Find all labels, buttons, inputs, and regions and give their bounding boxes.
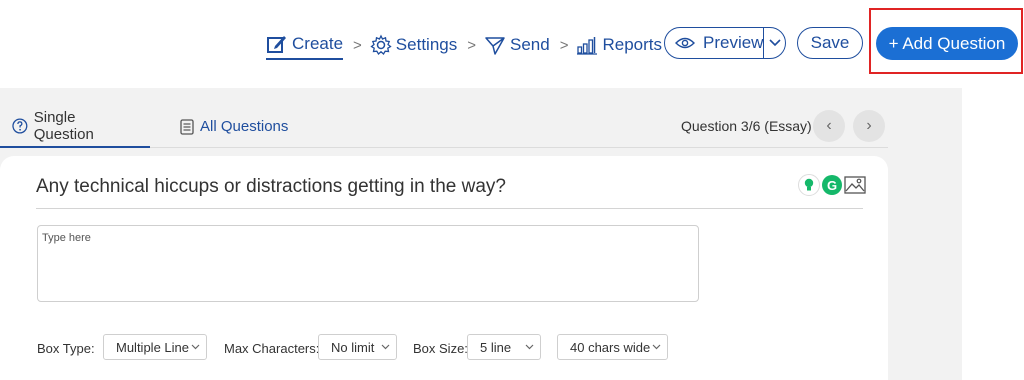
box-width-select[interactable]: 40 chars wide: [557, 334, 668, 360]
tab-single-question[interactable]: Single Question: [0, 106, 150, 148]
image-icon[interactable]: [844, 176, 866, 194]
textarea-placeholder: Type here: [42, 232, 91, 244]
tab-all-questions[interactable]: All Questions: [180, 106, 288, 148]
question-tabs: Single Question All Questions Question 3…: [0, 106, 888, 148]
step-navigation: Create > Settings > Send > Reports: [266, 30, 662, 60]
step-create-label: Create: [292, 34, 344, 53]
title-divider: [36, 208, 863, 209]
grammarly-icon[interactable]: G: [822, 175, 842, 195]
previous-question-button[interactable]: ‹: [813, 110, 845, 142]
preview-split-button: Preview: [664, 27, 786, 59]
step-separator: >: [467, 36, 476, 54]
save-button[interactable]: Save: [797, 27, 863, 59]
preview-dropdown-toggle[interactable]: [763, 28, 785, 58]
max-characters-value: No limit: [331, 339, 375, 355]
max-characters-select[interactable]: No limit: [318, 334, 397, 360]
preview-button[interactable]: Preview: [665, 28, 763, 58]
box-type-value: Multiple Line: [116, 339, 189, 355]
bar-chart-icon: [577, 37, 598, 55]
step-settings-label: Settings: [395, 35, 458, 54]
step-send-label: Send: [510, 35, 550, 54]
box-type-label: Box Type:: [37, 341, 95, 356]
max-characters-label: Max Characters:: [224, 341, 320, 356]
right-panel: [962, 88, 1024, 380]
question-position: Question 3/6 (Essay): [681, 118, 812, 134]
next-question-button[interactable]: ›: [853, 110, 885, 142]
step-send[interactable]: Send: [484, 30, 550, 60]
box-size-select[interactable]: 5 line: [467, 334, 541, 360]
lightbulb-icon[interactable]: [798, 174, 820, 196]
chevron-down-icon: [769, 39, 781, 47]
box-size-value: 5 line: [480, 339, 512, 355]
edit-icon: [267, 36, 286, 53]
box-width-value: 40 chars wide: [570, 339, 651, 355]
step-reports-label: Reports: [602, 35, 662, 54]
chevron-down-icon: [191, 344, 200, 350]
preview-label: Preview: [703, 33, 764, 52]
box-size-label: Box Size:: [413, 341, 468, 356]
question-tools: G: [798, 174, 866, 196]
eye-icon: [675, 37, 695, 49]
box-type-select[interactable]: Multiple Line: [103, 334, 207, 360]
highlight-box: [869, 8, 1023, 74]
chevron-left-icon: ‹: [826, 117, 832, 134]
chevron-right-icon: ›: [866, 117, 872, 134]
question-card: Any technical hiccups or distractions ge…: [0, 156, 888, 380]
question-title[interactable]: Any technical hiccups or distractions ge…: [36, 176, 506, 198]
step-separator: >: [353, 36, 362, 54]
chevron-down-icon: [381, 344, 390, 350]
top-bar: Create > Settings > Send > Reports Previ…: [0, 0, 1024, 88]
tab-all-questions-label: All Questions: [200, 118, 289, 135]
step-settings[interactable]: Settings: [370, 30, 457, 60]
gear-icon: [370, 34, 392, 56]
step-reports[interactable]: Reports: [576, 30, 662, 60]
step-create[interactable]: Create: [266, 30, 344, 60]
step-separator: >: [559, 36, 569, 54]
send-icon: [485, 37, 505, 55]
tab-single-question-label: Single Question: [33, 108, 94, 143]
answer-textarea[interactable]: Type here: [37, 225, 699, 302]
help-circle-icon: [12, 117, 28, 134]
chevron-down-icon: [652, 344, 661, 350]
chevron-down-icon: [525, 344, 534, 350]
document-list-icon: [180, 118, 194, 135]
